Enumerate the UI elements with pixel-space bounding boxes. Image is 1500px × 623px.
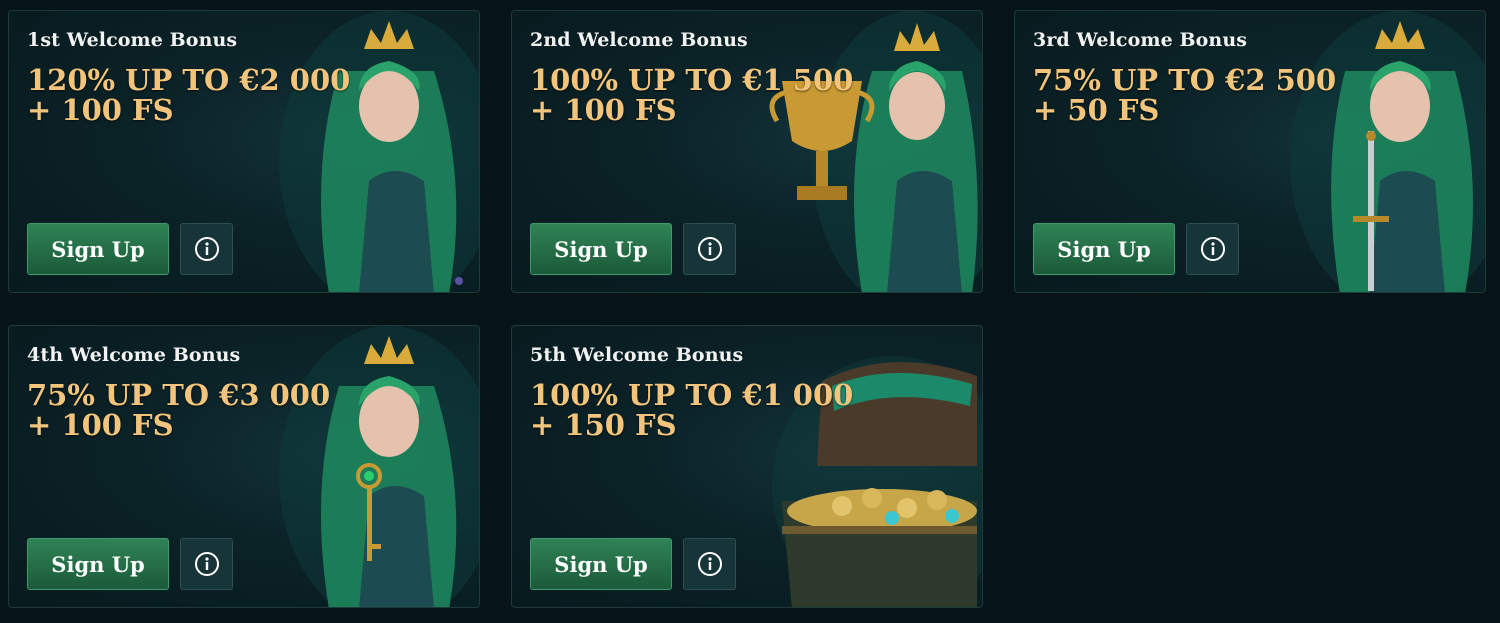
info-circle-icon bbox=[697, 237, 722, 261]
bonus-title: 1st Welcome Bonus bbox=[27, 29, 238, 51]
bonus-offer: 100% UP TO €1 500 + 100 FS bbox=[530, 65, 853, 125]
sign-up-button[interactable]: Sign Up bbox=[1033, 223, 1175, 275]
welcome-bonus-grid: 1st Welcome Bonus 120% UP TO €2 000 + 10… bbox=[0, 0, 1500, 623]
bonus-offer-amount: 100% UP TO €1 500 bbox=[530, 63, 854, 97]
info-button[interactable] bbox=[683, 223, 736, 275]
bonus-offer-amount: 100% UP TO €1 000 bbox=[530, 378, 854, 412]
bonus-offer-amount: 120% UP TO €2 000 bbox=[27, 63, 351, 97]
info-circle-icon bbox=[1200, 237, 1225, 261]
elf-queen-with-key-illustration bbox=[219, 326, 479, 607]
bonus-title: 4th Welcome Bonus bbox=[27, 344, 241, 366]
info-button[interactable] bbox=[1186, 223, 1239, 275]
bonus-title: 5th Welcome Bonus bbox=[530, 344, 744, 366]
sign-up-button[interactable]: Sign Up bbox=[27, 538, 169, 590]
info-circle-icon bbox=[697, 552, 722, 576]
bonus-title: 3rd Welcome Bonus bbox=[1033, 29, 1248, 51]
bonus-card-2: 2nd Welcome Bonus 100% UP TO €1 500 + 10… bbox=[511, 10, 983, 293]
bonus-title: 2nd Welcome Bonus bbox=[530, 29, 748, 51]
bonus-card-3: 3rd Welcome Bonus 75% UP TO €2 500 + 50 … bbox=[1014, 10, 1486, 293]
bonus-offer-free-spins: + 100 FS bbox=[27, 93, 174, 127]
bonus-offer: 120% UP TO €2 000 + 100 FS bbox=[27, 65, 350, 125]
info-button[interactable] bbox=[683, 538, 736, 590]
info-button[interactable] bbox=[180, 223, 233, 275]
elf-queen-with-trophy-illustration bbox=[722, 11, 982, 292]
elf-queen-with-sword-illustration bbox=[1225, 11, 1485, 292]
bonus-card-5: 5th Welcome Bonus 100% UP TO €1 000 + 15… bbox=[511, 325, 983, 608]
bonus-offer-free-spins: + 50 FS bbox=[1033, 93, 1160, 127]
bonus-offer-amount: 75% UP TO €2 500 bbox=[1033, 63, 1337, 97]
bonus-card-4: 4th Welcome Bonus 75% UP TO €3 000 + 100… bbox=[8, 325, 480, 608]
bonus-offer: 75% UP TO €3 000 + 100 FS bbox=[27, 380, 330, 440]
sign-up-button[interactable]: Sign Up bbox=[530, 223, 672, 275]
info-circle-icon bbox=[194, 237, 219, 261]
bonus-card-1: 1st Welcome Bonus 120% UP TO €2 000 + 10… bbox=[8, 10, 480, 293]
sign-up-button[interactable]: Sign Up bbox=[530, 538, 672, 590]
bonus-offer-free-spins: + 100 FS bbox=[27, 408, 174, 442]
bonus-offer-free-spins: + 150 FS bbox=[530, 408, 677, 442]
bonus-offer-amount: 75% UP TO €3 000 bbox=[27, 378, 331, 412]
elf-queen-illustration bbox=[219, 11, 479, 292]
info-circle-icon bbox=[194, 552, 219, 576]
bonus-offer: 75% UP TO €2 500 + 50 FS bbox=[1033, 65, 1336, 125]
info-button[interactable] bbox=[180, 538, 233, 590]
bonus-offer: 100% UP TO €1 000 + 150 FS bbox=[530, 380, 853, 440]
bonus-offer-free-spins: + 100 FS bbox=[530, 93, 677, 127]
treasure-chest-illustration bbox=[722, 326, 982, 607]
sign-up-button[interactable]: Sign Up bbox=[27, 223, 169, 275]
